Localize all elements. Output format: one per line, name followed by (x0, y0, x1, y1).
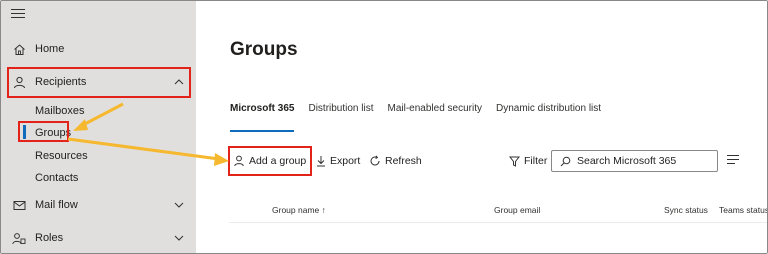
window-frame: Home Recipients Mailboxes Groups Resourc… (0, 0, 768, 254)
sidebar-item-label: Home (35, 43, 65, 55)
sidebar-subitem-mailboxes[interactable]: Mailboxes (35, 105, 85, 117)
export-button[interactable]: Export (316, 149, 360, 173)
chevron-down-icon[interactable] (173, 232, 185, 244)
highlight-groups (18, 121, 69, 142)
hamburger-icon[interactable] (11, 9, 25, 21)
sidebar-item-mail-flow[interactable]: Mail flow (1, 190, 196, 220)
refresh-label: Refresh (385, 155, 422, 167)
column-sync-status[interactable]: Sync status (664, 205, 708, 215)
sidebar-item-label: Roles (35, 232, 64, 244)
filter-button[interactable]: Filter (509, 149, 547, 173)
home-icon (12, 42, 26, 56)
sidebar-subitem-resources[interactable]: Resources (35, 150, 88, 162)
sidebar-item-home[interactable]: Home (1, 34, 196, 64)
tab-dynamic-distribution-list[interactable]: Dynamic distribution list (496, 103, 601, 120)
tab-bar: Microsoft 365 Distribution list Mail-ena… (230, 103, 615, 132)
search-input[interactable]: Search Microsoft 365 (551, 150, 718, 172)
filter-icon (509, 156, 520, 167)
tab-microsoft-365[interactable]: Microsoft 365 (230, 103, 295, 132)
mail-icon (12, 198, 26, 212)
list-options-icon[interactable] (727, 155, 739, 165)
refresh-icon (370, 155, 380, 166)
column-teams-status[interactable]: Teams status (719, 205, 767, 215)
sidebar: Home Recipients Mailboxes Groups Resourc… (1, 1, 196, 253)
main-content: Groups Microsoft 365 Distribution list M… (196, 1, 767, 253)
export-label: Export (330, 155, 361, 167)
sidebar-item-roles[interactable]: Roles (1, 223, 196, 253)
search-icon (560, 156, 571, 166)
download-icon (317, 156, 325, 167)
tab-distribution-list[interactable]: Distribution list (308, 103, 373, 120)
chevron-down-icon[interactable] (173, 199, 185, 211)
filter-label: Filter (524, 155, 548, 167)
highlight-recipients (7, 67, 191, 98)
roles-icon (12, 231, 26, 245)
search-placeholder: Search Microsoft 365 (577, 155, 677, 167)
page-title: Groups (230, 39, 298, 60)
column-group-name[interactable]: Group name ↑ (272, 205, 326, 215)
tab-mail-enabled-security[interactable]: Mail-enabled security (388, 103, 483, 120)
refresh-button[interactable]: Refresh (369, 149, 422, 173)
highlight-add-group (228, 146, 312, 176)
column-group-email[interactable]: Group email (494, 205, 540, 215)
sidebar-subitem-contacts[interactable]: Contacts (35, 172, 78, 184)
sidebar-item-label: Mail flow (35, 199, 78, 211)
table-header: Group name ↑ Group email Sync status Tea… (229, 201, 767, 223)
